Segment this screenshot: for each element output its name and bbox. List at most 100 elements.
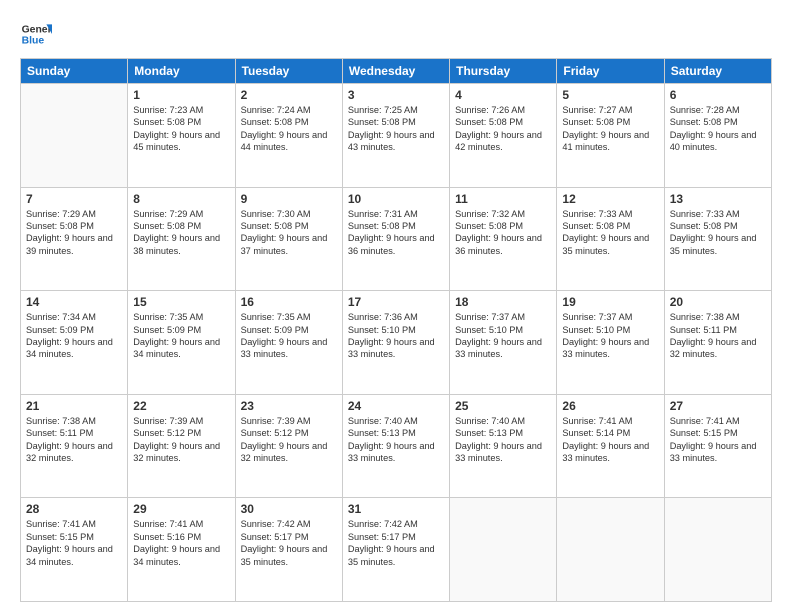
calendar-week-row: 7Sunrise: 7:29 AM Sunset: 5:08 PM Daylig… bbox=[21, 187, 772, 291]
day-info: Sunrise: 7:29 AM Sunset: 5:08 PM Dayligh… bbox=[26, 208, 122, 258]
day-info: Sunrise: 7:42 AM Sunset: 5:17 PM Dayligh… bbox=[241, 518, 337, 568]
calendar-table: SundayMondayTuesdayWednesdayThursdayFrid… bbox=[20, 58, 772, 602]
logo-icon: General Blue bbox=[20, 18, 52, 50]
day-info: Sunrise: 7:33 AM Sunset: 5:08 PM Dayligh… bbox=[562, 208, 658, 258]
calendar-cell: 5 Sunrise: 7:27 AM Sunset: 5:08 PM Daylig… bbox=[557, 84, 664, 188]
day-info: Sunrise: 7:40 AM Sunset: 5:13 PM Dayligh… bbox=[348, 415, 444, 465]
day-info: Sunrise: 7:41 AM Sunset: 5:14 PM Dayligh… bbox=[562, 415, 658, 465]
calendar-cell: 7Sunrise: 7:29 AM Sunset: 5:08 PM Daylig… bbox=[21, 187, 128, 291]
day-number: 25 bbox=[455, 399, 551, 413]
day-number: 17 bbox=[348, 295, 444, 309]
calendar-cell: 3 Sunrise: 7:25 AM Sunset: 5:08 PM Daylig… bbox=[342, 84, 449, 188]
calendar-cell: 25 Sunrise: 7:40 AM Sunset: 5:13 PM Dayli… bbox=[450, 394, 557, 498]
calendar-cell: 6Sunrise: 7:28 AM Sunset: 5:08 PM Daylig… bbox=[664, 84, 771, 188]
day-info: Sunrise: 7:33 AM Sunset: 5:08 PM Dayligh… bbox=[670, 208, 766, 258]
calendar-cell: 27 Sunrise: 7:41 AM Sunset: 5:15 PM Dayli… bbox=[664, 394, 771, 498]
day-number: 13 bbox=[670, 192, 766, 206]
calendar-week-row: 14Sunrise: 7:34 AM Sunset: 5:09 PM Dayli… bbox=[21, 291, 772, 395]
day-number: 1 bbox=[133, 88, 229, 102]
day-number: 27 bbox=[670, 399, 766, 413]
day-info: Sunrise: 7:38 AM Sunset: 5:11 PM Dayligh… bbox=[670, 311, 766, 361]
day-number: 26 bbox=[562, 399, 658, 413]
day-info: Sunrise: 7:37 AM Sunset: 5:10 PM Dayligh… bbox=[455, 311, 551, 361]
calendar-week-row: 21 Sunrise: 7:38 AM Sunset: 5:11 PM Dayli… bbox=[21, 394, 772, 498]
calendar-cell: 10 Sunrise: 7:31 AM Sunset: 5:08 PM Dayli… bbox=[342, 187, 449, 291]
calendar-cell: 11 Sunrise: 7:32 AM Sunset: 5:08 PM Dayli… bbox=[450, 187, 557, 291]
weekday-header-tuesday: Tuesday bbox=[235, 59, 342, 84]
day-info: Sunrise: 7:36 AM Sunset: 5:10 PM Dayligh… bbox=[348, 311, 444, 361]
day-info: Sunrise: 7:35 AM Sunset: 5:09 PM Dayligh… bbox=[241, 311, 337, 361]
calendar-cell: 18 Sunrise: 7:37 AM Sunset: 5:10 PM Dayli… bbox=[450, 291, 557, 395]
weekday-header-row: SundayMondayTuesdayWednesdayThursdayFrid… bbox=[21, 59, 772, 84]
day-info: Sunrise: 7:27 AM Sunset: 5:08 PM Dayligh… bbox=[562, 104, 658, 154]
day-number: 24 bbox=[348, 399, 444, 413]
calendar-cell: 31Sunrise: 7:42 AM Sunset: 5:17 PM Dayli… bbox=[342, 498, 449, 602]
calendar-week-row: 28Sunrise: 7:41 AM Sunset: 5:15 PM Dayli… bbox=[21, 498, 772, 602]
calendar-cell: 26 Sunrise: 7:41 AM Sunset: 5:14 PM Dayli… bbox=[557, 394, 664, 498]
day-number: 18 bbox=[455, 295, 551, 309]
weekday-header-thursday: Thursday bbox=[450, 59, 557, 84]
day-number: 4 bbox=[455, 88, 551, 102]
day-number: 23 bbox=[241, 399, 337, 413]
day-number: 16 bbox=[241, 295, 337, 309]
day-number: 30 bbox=[241, 502, 337, 516]
weekday-header-monday: Monday bbox=[128, 59, 235, 84]
weekday-header-saturday: Saturday bbox=[664, 59, 771, 84]
day-number: 8 bbox=[133, 192, 229, 206]
day-number: 22 bbox=[133, 399, 229, 413]
day-info: Sunrise: 7:29 AM Sunset: 5:08 PM Dayligh… bbox=[133, 208, 229, 258]
calendar-cell: 2 Sunrise: 7:24 AM Sunset: 5:08 PM Daylig… bbox=[235, 84, 342, 188]
svg-text:Blue: Blue bbox=[22, 36, 45, 47]
day-number: 19 bbox=[562, 295, 658, 309]
day-info: Sunrise: 7:32 AM Sunset: 5:08 PM Dayligh… bbox=[455, 208, 551, 258]
calendar-cell bbox=[450, 498, 557, 602]
day-info: Sunrise: 7:25 AM Sunset: 5:08 PM Dayligh… bbox=[348, 104, 444, 154]
calendar-cell: 17 Sunrise: 7:36 AM Sunset: 5:10 PM Dayli… bbox=[342, 291, 449, 395]
day-info: Sunrise: 7:39 AM Sunset: 5:12 PM Dayligh… bbox=[133, 415, 229, 465]
calendar-cell: 8 Sunrise: 7:29 AM Sunset: 5:08 PM Daylig… bbox=[128, 187, 235, 291]
day-number: 29 bbox=[133, 502, 229, 516]
page: General Blue SundayMondayTuesdayWednesda… bbox=[0, 0, 792, 612]
day-info: Sunrise: 7:28 AM Sunset: 5:08 PM Dayligh… bbox=[670, 104, 766, 154]
calendar-cell: 22 Sunrise: 7:39 AM Sunset: 5:12 PM Dayli… bbox=[128, 394, 235, 498]
calendar-cell: 16 Sunrise: 7:35 AM Sunset: 5:09 PM Dayli… bbox=[235, 291, 342, 395]
day-number: 31 bbox=[348, 502, 444, 516]
day-number: 10 bbox=[348, 192, 444, 206]
day-info: Sunrise: 7:39 AM Sunset: 5:12 PM Dayligh… bbox=[241, 415, 337, 465]
day-number: 21 bbox=[26, 399, 122, 413]
calendar-cell: 12 Sunrise: 7:33 AM Sunset: 5:08 PM Dayli… bbox=[557, 187, 664, 291]
day-info: Sunrise: 7:40 AM Sunset: 5:13 PM Dayligh… bbox=[455, 415, 551, 465]
calendar-cell: 1 Sunrise: 7:23 AM Sunset: 5:08 PM Daylig… bbox=[128, 84, 235, 188]
calendar-cell: 23 Sunrise: 7:39 AM Sunset: 5:12 PM Dayli… bbox=[235, 394, 342, 498]
day-number: 3 bbox=[348, 88, 444, 102]
day-number: 5 bbox=[562, 88, 658, 102]
day-number: 12 bbox=[562, 192, 658, 206]
calendar-cell: 29 Sunrise: 7:41 AM Sunset: 5:16 PM Dayli… bbox=[128, 498, 235, 602]
weekday-header-wednesday: Wednesday bbox=[342, 59, 449, 84]
day-info: Sunrise: 7:41 AM Sunset: 5:15 PM Dayligh… bbox=[670, 415, 766, 465]
calendar-cell: 30 Sunrise: 7:42 AM Sunset: 5:17 PM Dayli… bbox=[235, 498, 342, 602]
day-info: Sunrise: 7:23 AM Sunset: 5:08 PM Dayligh… bbox=[133, 104, 229, 154]
day-info: Sunrise: 7:38 AM Sunset: 5:11 PM Dayligh… bbox=[26, 415, 122, 465]
calendar-cell: 24 Sunrise: 7:40 AM Sunset: 5:13 PM Dayli… bbox=[342, 394, 449, 498]
day-number: 9 bbox=[241, 192, 337, 206]
day-number: 11 bbox=[455, 192, 551, 206]
calendar-cell: 14Sunrise: 7:34 AM Sunset: 5:09 PM Dayli… bbox=[21, 291, 128, 395]
logo: General Blue bbox=[20, 18, 56, 50]
day-number: 14 bbox=[26, 295, 122, 309]
calendar-cell: 13 Sunrise: 7:33 AM Sunset: 5:08 PM Dayli… bbox=[664, 187, 771, 291]
calendar-cell: 21 Sunrise: 7:38 AM Sunset: 5:11 PM Dayli… bbox=[21, 394, 128, 498]
day-number: 15 bbox=[133, 295, 229, 309]
calendar-cell: 15Sunrise: 7:35 AM Sunset: 5:09 PM Dayli… bbox=[128, 291, 235, 395]
day-info: Sunrise: 7:26 AM Sunset: 5:08 PM Dayligh… bbox=[455, 104, 551, 154]
day-info: Sunrise: 7:41 AM Sunset: 5:15 PM Dayligh… bbox=[26, 518, 122, 568]
calendar-week-row: 1 Sunrise: 7:23 AM Sunset: 5:08 PM Daylig… bbox=[21, 84, 772, 188]
day-info: Sunrise: 7:41 AM Sunset: 5:16 PM Dayligh… bbox=[133, 518, 229, 568]
weekday-header-friday: Friday bbox=[557, 59, 664, 84]
day-number: 2 bbox=[241, 88, 337, 102]
day-info: Sunrise: 7:24 AM Sunset: 5:08 PM Dayligh… bbox=[241, 104, 337, 154]
calendar-cell: 9Sunrise: 7:30 AM Sunset: 5:08 PM Daylig… bbox=[235, 187, 342, 291]
calendar-cell bbox=[21, 84, 128, 188]
day-info: Sunrise: 7:31 AM Sunset: 5:08 PM Dayligh… bbox=[348, 208, 444, 258]
calendar-cell: 4 Sunrise: 7:26 AM Sunset: 5:08 PM Daylig… bbox=[450, 84, 557, 188]
